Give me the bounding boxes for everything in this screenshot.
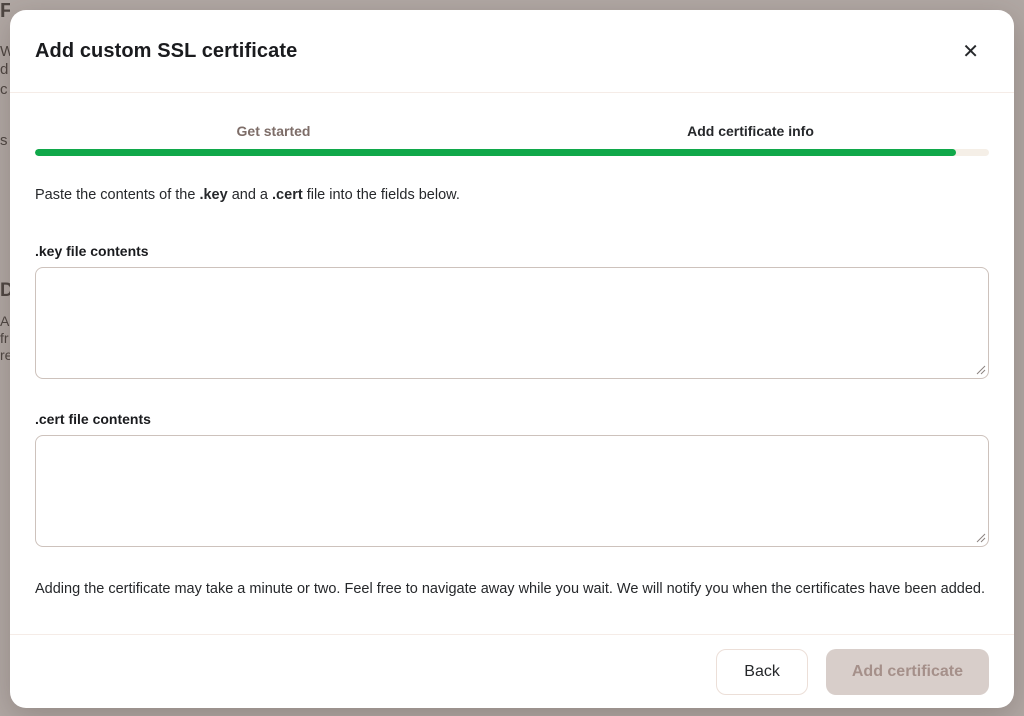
key-file-keyword: .key <box>199 187 227 203</box>
cert-file-label: .cert file contents <box>35 411 989 427</box>
dialog-title: Add custom SSL certificate <box>35 40 297 63</box>
dialog-footer: Back Add certificate <box>10 634 1014 708</box>
progress-bar-track <box>35 149 989 156</box>
background-text-fragment: A <box>0 314 9 328</box>
close-icon[interactable]: ✕ <box>954 37 987 65</box>
key-file-field-wrap <box>35 267 989 379</box>
stepper: Get started Add certificate info <box>35 123 989 156</box>
add-certificate-button[interactable]: Add certificate <box>826 649 989 695</box>
instruction-part: and a <box>228 187 272 203</box>
background-page-edge: F W d c s D A fr re <box>0 0 10 716</box>
background-text-fragment: D <box>0 281 10 300</box>
background-text-fragment: c <box>0 82 8 97</box>
background-text-fragment: d <box>0 62 8 77</box>
instruction-part: file into the fields below. <box>303 187 460 203</box>
background-text-fragment: F <box>0 1 10 21</box>
add-ssl-certificate-dialog: Add custom SSL certificate ✕ Get started… <box>10 10 1014 708</box>
back-button[interactable]: Back <box>716 649 808 695</box>
wait-notice-text: Adding the certificate may take a minute… <box>35 578 989 602</box>
dialog-header: Add custom SSL certificate ✕ <box>10 10 1014 93</box>
step-get-started: Get started <box>35 123 512 139</box>
instruction-text: Paste the contents of the .key and a .ce… <box>35 187 989 203</box>
background-text-fragment: W <box>0 44 10 59</box>
stepper-labels: Get started Add certificate info <box>35 123 989 139</box>
background-text-fragment: fr <box>0 331 9 345</box>
cert-file-contents-input[interactable] <box>35 435 989 547</box>
dialog-body: Get started Add certificate info Paste t… <box>10 93 1014 634</box>
progress-bar-fill <box>35 149 956 156</box>
instruction-part: Paste the contents of the <box>35 187 199 203</box>
background-text-fragment: s <box>0 133 8 148</box>
key-file-contents-input[interactable] <box>35 267 989 379</box>
background-text-fragment: re <box>0 348 10 362</box>
cert-file-field-wrap <box>35 435 989 547</box>
step-add-certificate-info: Add certificate info <box>512 123 989 139</box>
key-file-label: .key file contents <box>35 243 989 259</box>
cert-file-keyword: .cert <box>272 187 303 203</box>
